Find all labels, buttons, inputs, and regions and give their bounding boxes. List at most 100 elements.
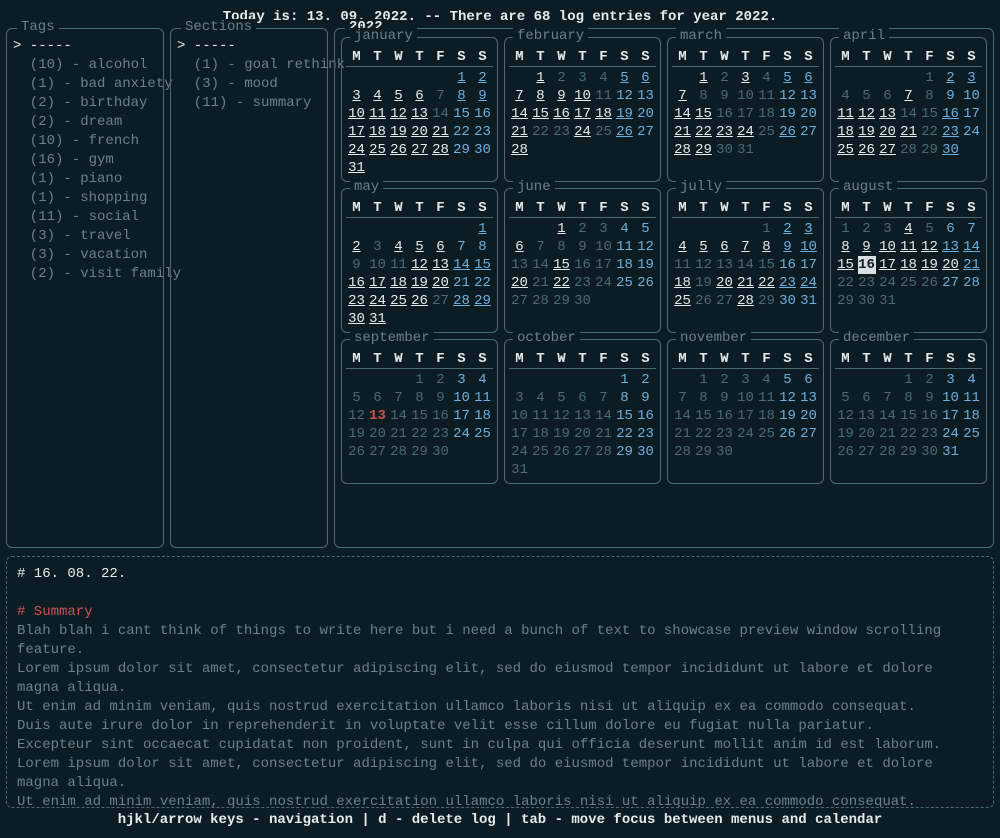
day-cell[interactable]: 2 — [430, 371, 451, 389]
day-cell[interactable]: 11 — [961, 389, 982, 407]
day-cell[interactable]: 18 — [961, 407, 982, 425]
day-cell[interactable]: 6 — [856, 389, 877, 407]
day-cell[interactable]: 22 — [472, 274, 493, 292]
day-cell[interactable]: 22 — [614, 425, 635, 443]
day-cell[interactable]: 28 — [961, 274, 982, 292]
day-cell[interactable]: 29 — [614, 443, 635, 461]
month-october[interactable]: octoberMTWTFSS 1234567891011121314151617… — [504, 339, 661, 484]
day-cell[interactable]: 15 — [898, 407, 919, 425]
day-cell[interactable]: 14 — [388, 407, 409, 425]
day-cell[interactable]: 24 — [346, 141, 367, 159]
day-cell[interactable]: 3 — [346, 87, 367, 105]
day-cell[interactable]: 23 — [714, 425, 735, 443]
day-cell[interactable]: 17 — [509, 425, 530, 443]
tag-row[interactable]: (1) - bad anxiety — [13, 75, 157, 94]
day-cell[interactable]: 4 — [593, 69, 614, 87]
day-cell[interactable]: 15 — [451, 105, 472, 123]
day-cell[interactable]: 1 — [551, 220, 572, 238]
day-cell[interactable]: 7 — [877, 389, 898, 407]
day-cell[interactable]: 14 — [593, 407, 614, 425]
day-cell[interactable]: 31 — [877, 292, 898, 310]
day-cell[interactable]: 24 — [798, 274, 819, 292]
day-cell[interactable]: 12 — [693, 256, 714, 274]
day-cell[interactable]: 3 — [877, 220, 898, 238]
day-cell[interactable]: 1 — [472, 220, 493, 238]
day-cell[interactable]: 6 — [635, 69, 656, 87]
day-cell[interactable]: 25 — [530, 443, 551, 461]
day-cell[interactable]: 1 — [835, 220, 856, 238]
day-cell[interactable]: 21 — [898, 123, 919, 141]
day-cell[interactable]: 5 — [777, 69, 798, 87]
day-cell[interactable]: 5 — [388, 87, 409, 105]
day-cell[interactable]: 2 — [919, 371, 940, 389]
day-cell[interactable]: 2 — [551, 69, 572, 87]
day-cell[interactable]: 18 — [388, 274, 409, 292]
day-cell[interactable]: 26 — [409, 292, 430, 310]
day-cell[interactable]: 12 — [614, 87, 635, 105]
sections-cursor[interactable]: > ----- — [177, 37, 321, 56]
day-cell[interactable]: 24 — [940, 425, 961, 443]
tag-row[interactable]: (16) - gym — [13, 151, 157, 170]
day-cell[interactable]: 5 — [693, 238, 714, 256]
tag-row[interactable]: (10) - alcohol — [13, 56, 157, 75]
day-cell[interactable]: 14 — [430, 105, 451, 123]
day-cell[interactable]: 10 — [367, 256, 388, 274]
day-cell[interactable]: 21 — [509, 123, 530, 141]
day-cell[interactable]: 14 — [530, 256, 551, 274]
day-cell[interactable]: 8 — [693, 87, 714, 105]
day-cell[interactable]: 20 — [798, 407, 819, 425]
day-cell[interactable]: 7 — [530, 238, 551, 256]
day-cell[interactable]: 29 — [835, 292, 856, 310]
day-cell[interactable]: 14 — [961, 238, 982, 256]
day-cell[interactable]: 24 — [735, 425, 756, 443]
day-cell[interactable]: 3 — [735, 69, 756, 87]
day-cell[interactable]: 19 — [856, 123, 877, 141]
day-cell[interactable]: 8 — [835, 238, 856, 256]
day-cell[interactable]: 6 — [714, 238, 735, 256]
day-cell[interactable]: 16 — [714, 407, 735, 425]
day-cell[interactable]: 30 — [714, 443, 735, 461]
day-cell[interactable]: 18 — [835, 123, 856, 141]
day-cell[interactable]: 22 — [835, 274, 856, 292]
day-cell[interactable]: 20 — [877, 123, 898, 141]
day-cell[interactable]: 28 — [593, 443, 614, 461]
day-cell[interactable]: 16 — [635, 407, 656, 425]
day-cell[interactable]: 2 — [346, 238, 367, 256]
day-cell[interactable]: 18 — [472, 407, 493, 425]
day-cell[interactable]: 7 — [735, 238, 756, 256]
day-cell[interactable]: 6 — [367, 389, 388, 407]
day-cell[interactable]: 13 — [940, 238, 961, 256]
tag-row[interactable]: (1) - shopping — [13, 189, 157, 208]
day-cell[interactable]: 9 — [430, 389, 451, 407]
day-cell[interactable]: 10 — [735, 87, 756, 105]
day-cell[interactable]: 3 — [451, 371, 472, 389]
day-cell[interactable]: 25 — [388, 292, 409, 310]
day-cell[interactable]: 20 — [572, 425, 593, 443]
day-cell[interactable]: 4 — [614, 220, 635, 238]
day-cell[interactable]: 27 — [714, 292, 735, 310]
day-cell[interactable]: 14 — [877, 407, 898, 425]
day-cell[interactable]: 2 — [856, 220, 877, 238]
day-cell[interactable]: 12 — [346, 407, 367, 425]
day-cell[interactable]: 21 — [530, 274, 551, 292]
day-cell[interactable]: 18 — [756, 407, 777, 425]
day-cell[interactable]: 29 — [472, 292, 493, 310]
day-cell[interactable]: 28 — [388, 443, 409, 461]
day-cell[interactable]: 28 — [898, 141, 919, 159]
day-cell[interactable]: 29 — [756, 292, 777, 310]
day-cell[interactable]: 12 — [388, 105, 409, 123]
day-cell[interactable]: 21 — [451, 274, 472, 292]
day-cell[interactable]: 16 — [346, 274, 367, 292]
day-cell[interactable]: 27 — [572, 443, 593, 461]
day-cell[interactable]: 3 — [940, 371, 961, 389]
day-cell[interactable]: 29 — [919, 141, 940, 159]
day-cell[interactable]: 26 — [551, 443, 572, 461]
day-cell[interactable]: 9 — [635, 389, 656, 407]
calendar-panel[interactable]: 2022 januaryMTWTFSS 12345678910111213141… — [334, 28, 994, 548]
day-cell[interactable]: 16 — [551, 105, 572, 123]
month-november[interactable]: novemberMTWTFSS 123456789101112131415161… — [667, 339, 824, 484]
day-cell[interactable]: 16 — [472, 105, 493, 123]
day-cell[interactable]: 12 — [777, 389, 798, 407]
tag-row[interactable]: (3) - vacation — [13, 246, 157, 265]
day-cell[interactable]: 5 — [635, 220, 656, 238]
